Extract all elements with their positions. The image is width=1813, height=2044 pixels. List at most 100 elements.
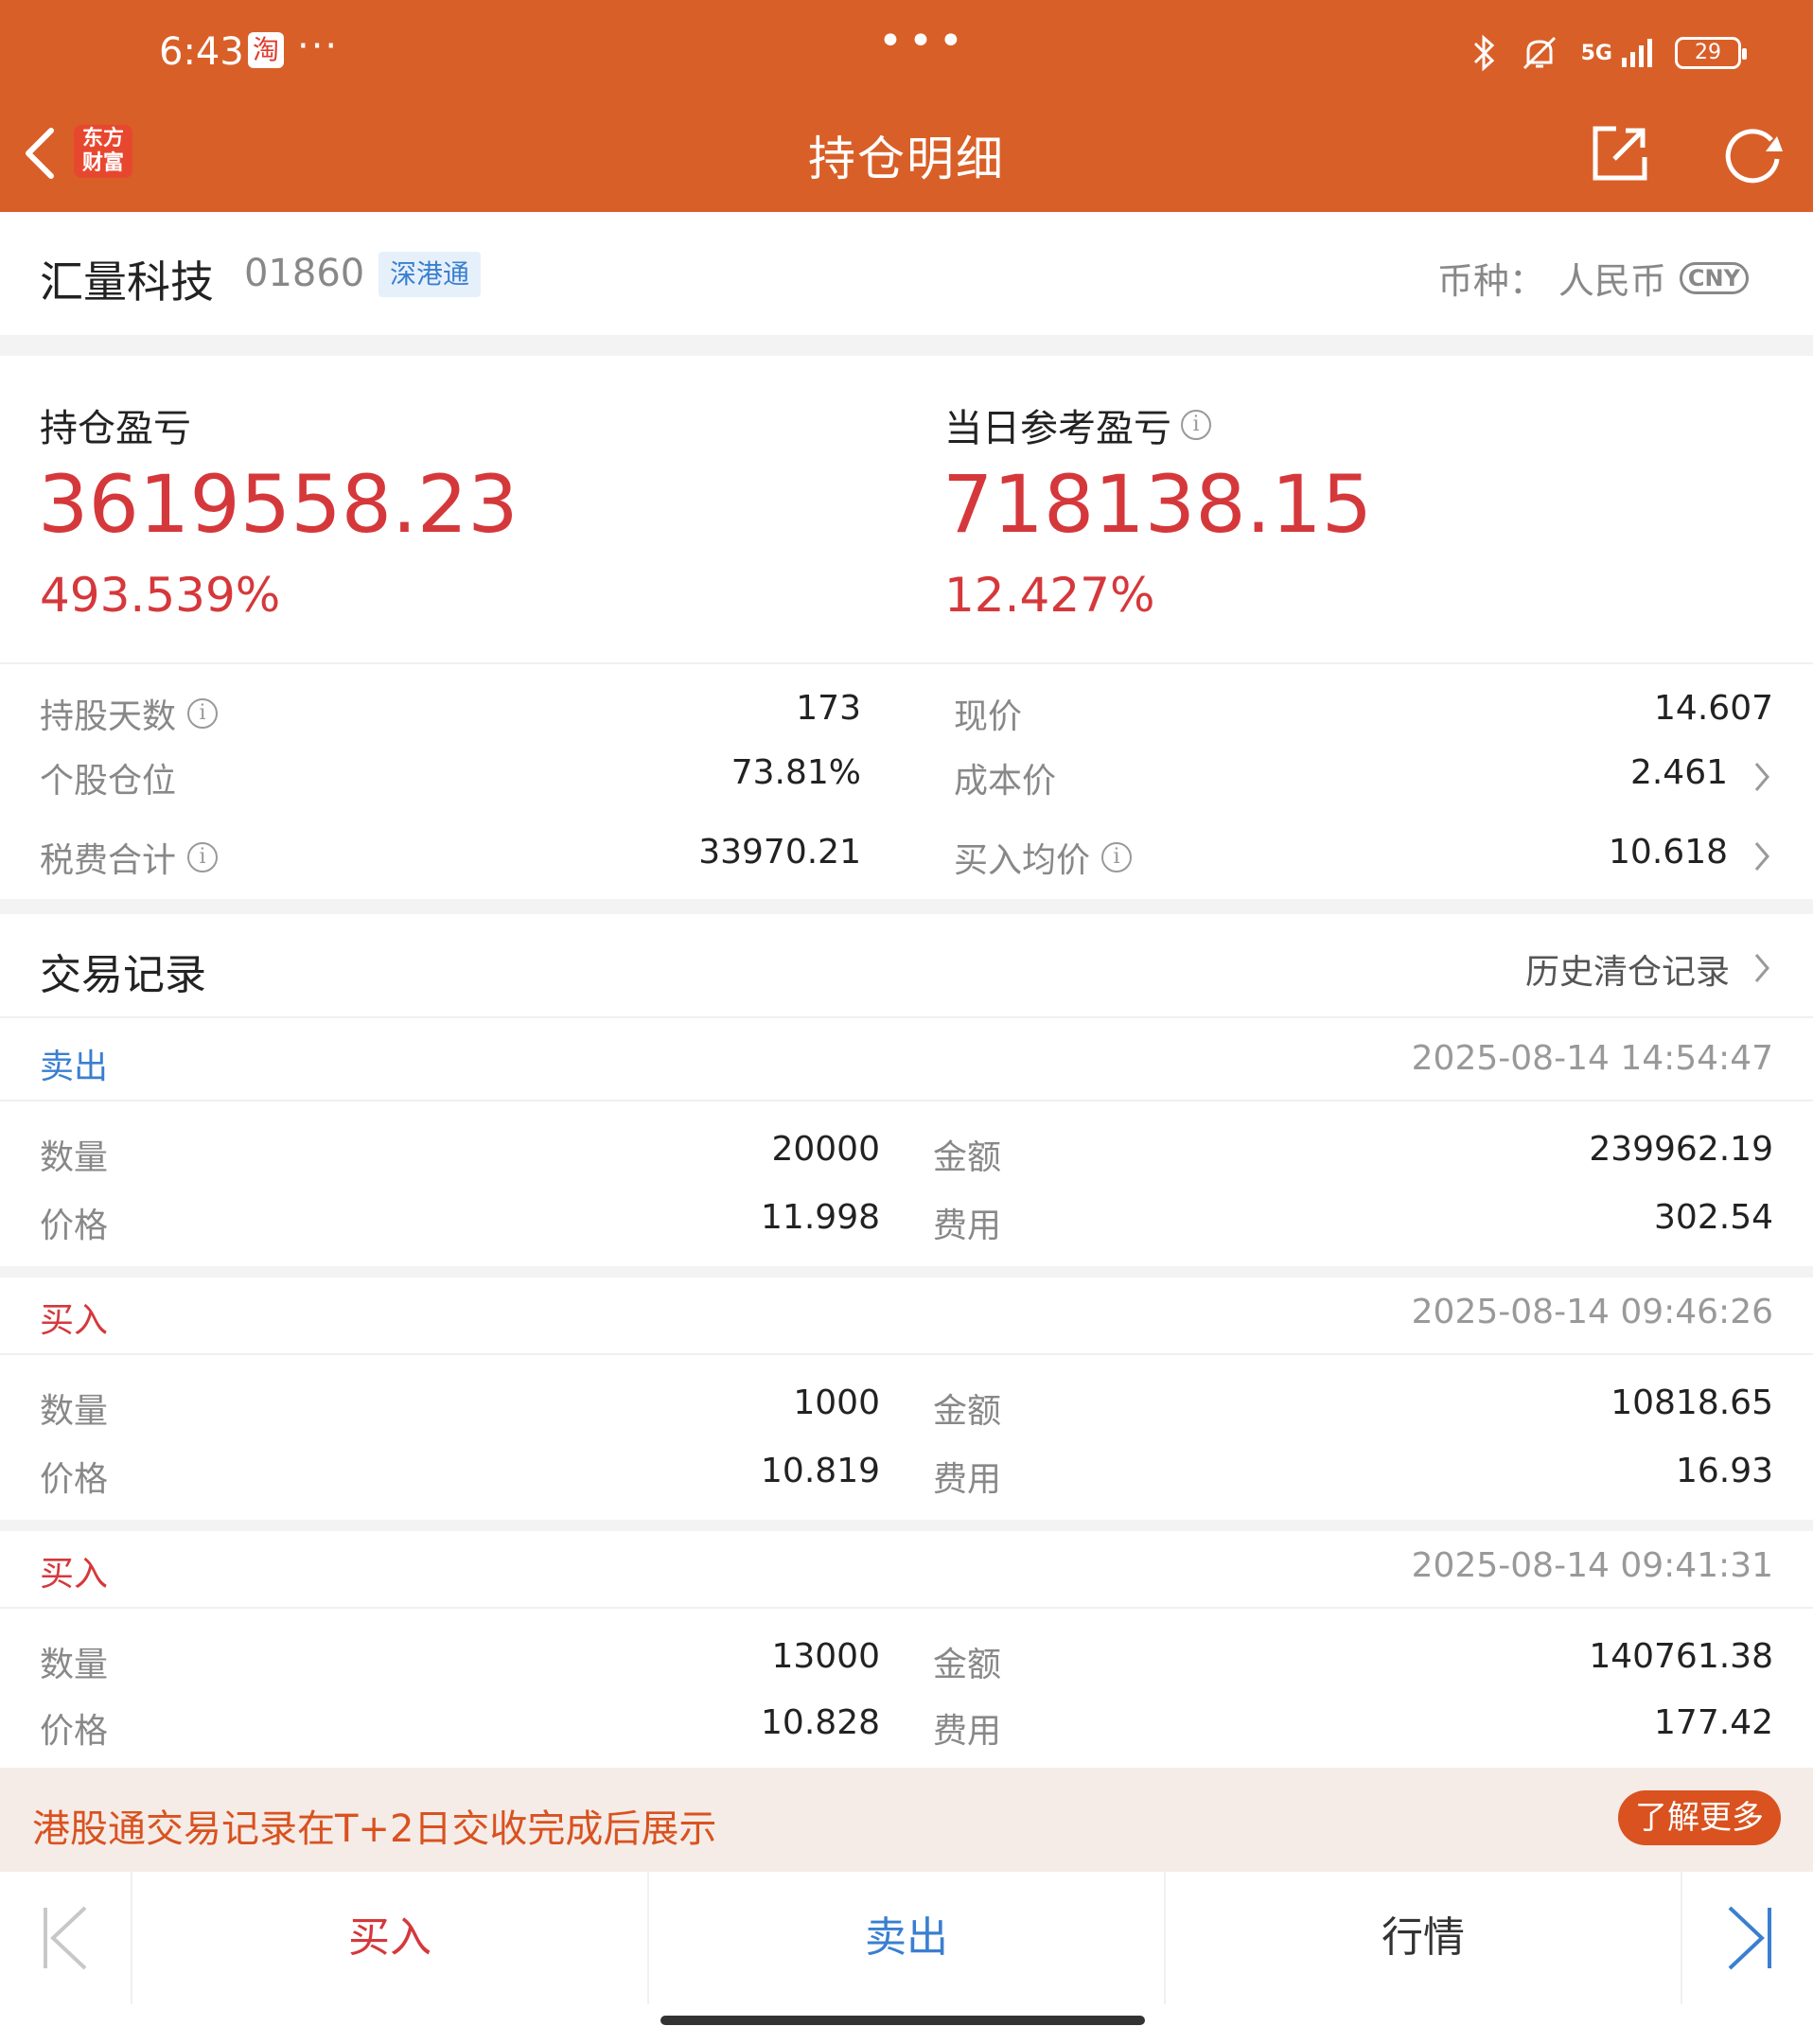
trade-type: 买入 [40, 1555, 109, 1594]
holding-pnl-label: 持仓盈亏 [40, 397, 191, 452]
history-clearance-link[interactable]: 历史清仓记录 [1525, 944, 1730, 994]
fee-label: 费用 [933, 1207, 1002, 1245]
daily-pnl-pct: 12.427% [944, 568, 1155, 623]
cost-price-label-text: 成本价 [954, 762, 1057, 801]
position-label-text: 个股仓位 [40, 762, 177, 801]
app-header: 6:43 淘 ··· ••• 5G 29 东方财富 持仓明细 [0, 0, 1813, 212]
current-price-value: 14.607 [1654, 689, 1773, 728]
bottom-action-bar: 买入 卖出 行情 [0, 1872, 1813, 2004]
fees-label: 税费合计 i [40, 833, 219, 882]
notice-text: 港股通交易记录在T+2日交收完成后展示 [32, 1807, 717, 1851]
trade-records-title: 交易记录 [40, 951, 206, 999]
refresh-icon[interactable] [1722, 123, 1785, 185]
current-price-label: 现价 [954, 689, 1022, 738]
price-value: 10.819 [761, 1452, 880, 1490]
window-handle-icon[interactable]: ••• [878, 17, 969, 65]
avg-buy-value[interactable]: 10.618 [1609, 833, 1728, 872]
section-divider [0, 899, 1813, 914]
signal-icon [1622, 39, 1652, 67]
holding-pnl-label-text: 持仓盈亏 [40, 407, 191, 450]
cost-price-value[interactable]: 2.461 [1630, 753, 1728, 792]
divider [0, 1607, 1813, 1609]
buy-button[interactable]: 买入 [132, 1872, 647, 2004]
qty-label: 数量 [40, 1138, 109, 1177]
position-value: 73.81% [730, 753, 861, 792]
divider [0, 1353, 1813, 1355]
trade-type: 买入 [40, 1301, 109, 1340]
quote-button[interactable]: 行情 [1166, 1872, 1681, 2004]
fee-value: 302.54 [1654, 1198, 1773, 1237]
status-indicators: 5G 29 [1470, 32, 1747, 74]
fee-label: 费用 [933, 1460, 1002, 1499]
section-divider [0, 335, 1813, 356]
currency-code-badge: CNY [1679, 261, 1749, 294]
info-icon[interactable]: i [187, 842, 219, 872]
daily-pnl-label-text: 当日参考盈亏 [944, 407, 1171, 450]
chevron-right-icon[interactable] [1752, 840, 1771, 872]
record-divider [0, 1520, 1813, 1531]
qty-label: 数量 [40, 1646, 109, 1684]
page-title: 持仓明细 [808, 132, 1005, 186]
network-type: 5G [1580, 41, 1612, 65]
price-label: 价格 [40, 1207, 109, 1245]
avg-buy-label: 买入均价 i [954, 833, 1133, 882]
fees-label-text: 税费合计 [40, 841, 177, 880]
qty-label: 数量 [40, 1392, 109, 1431]
amount-label: 金额 [933, 1392, 1002, 1431]
status-time: 6:43 [159, 30, 244, 74]
divider [0, 662, 1813, 664]
more-notifications-icon: ··· [297, 25, 340, 68]
holding-pnl-value: 3619558.23 [38, 458, 519, 551]
price-value: 11.998 [761, 1198, 880, 1237]
trade-time: 2025-08-14 09:41:31 [1411, 1546, 1773, 1585]
daily-pnl-value: 718138.15 [942, 458, 1373, 551]
info-icon[interactable]: i [1101, 842, 1133, 872]
price-value: 10.828 [761, 1703, 880, 1742]
divider [1681, 1872, 1682, 2004]
qty-value: 13000 [771, 1637, 880, 1676]
qty-value: 20000 [771, 1130, 880, 1169]
info-icon[interactable]: i [187, 698, 219, 729]
notice-banner: 港股通交易记录在T+2日交收完成后展示 了解更多 [0, 1768, 1813, 1872]
amount-value: 239962.19 [1589, 1130, 1773, 1169]
daily-pnl-label: 当日参考盈亏 i [944, 397, 1211, 452]
amount-value: 140761.38 [1589, 1637, 1773, 1676]
currency-info: 币种： 人民币 CNY [1437, 252, 1749, 304]
share-icon[interactable] [1590, 123, 1650, 184]
price-label: 价格 [40, 1712, 109, 1751]
currency-label: 币种： [1436, 260, 1545, 302]
amount-value: 10818.65 [1611, 1383, 1773, 1422]
price-label: 价格 [40, 1460, 109, 1499]
taobao-notification-icon: 淘 [248, 32, 284, 68]
info-icon[interactable]: i [1181, 410, 1211, 440]
position-label: 个股仓位 [40, 753, 176, 802]
avg-buy-label-text: 买入均价 [954, 841, 1091, 880]
current-price-label-text: 现价 [954, 697, 1023, 736]
chevron-right-icon[interactable] [1752, 761, 1771, 793]
sell-button[interactable]: 卖出 [649, 1872, 1164, 2004]
home-indicator[interactable] [660, 2016, 1145, 2025]
fees-value: 33970.21 [698, 833, 861, 872]
currency-value: 人民币 [1558, 260, 1666, 302]
amount-label: 金额 [933, 1646, 1002, 1684]
fee-label: 费用 [933, 1712, 1002, 1751]
chevron-right-icon[interactable] [1752, 952, 1771, 984]
trade-type: 卖出 [40, 1048, 109, 1086]
hold-days-value: 173 [796, 689, 861, 728]
qty-value: 1000 [793, 1383, 880, 1422]
stock-code: 01860 [244, 252, 365, 295]
record-divider [0, 1266, 1813, 1278]
cost-price-label: 成本价 [954, 753, 1056, 802]
amount-label: 金额 [933, 1138, 1002, 1177]
holding-pnl-pct: 493.539% [40, 568, 281, 623]
previous-stock-icon[interactable] [38, 1900, 95, 1976]
fee-value: 16.93 [1675, 1452, 1773, 1490]
bluetooth-icon [1473, 34, 1494, 72]
next-stock-icon[interactable] [1720, 1900, 1777, 1976]
market-tag: 深港通 [378, 252, 482, 297]
learn-more-button[interactable]: 了解更多 [1618, 1790, 1781, 1845]
hold-days-label: 持股天数 i [40, 689, 219, 738]
divider [0, 1100, 1813, 1101]
divider [0, 1016, 1813, 1018]
fee-value: 177.42 [1654, 1703, 1773, 1742]
